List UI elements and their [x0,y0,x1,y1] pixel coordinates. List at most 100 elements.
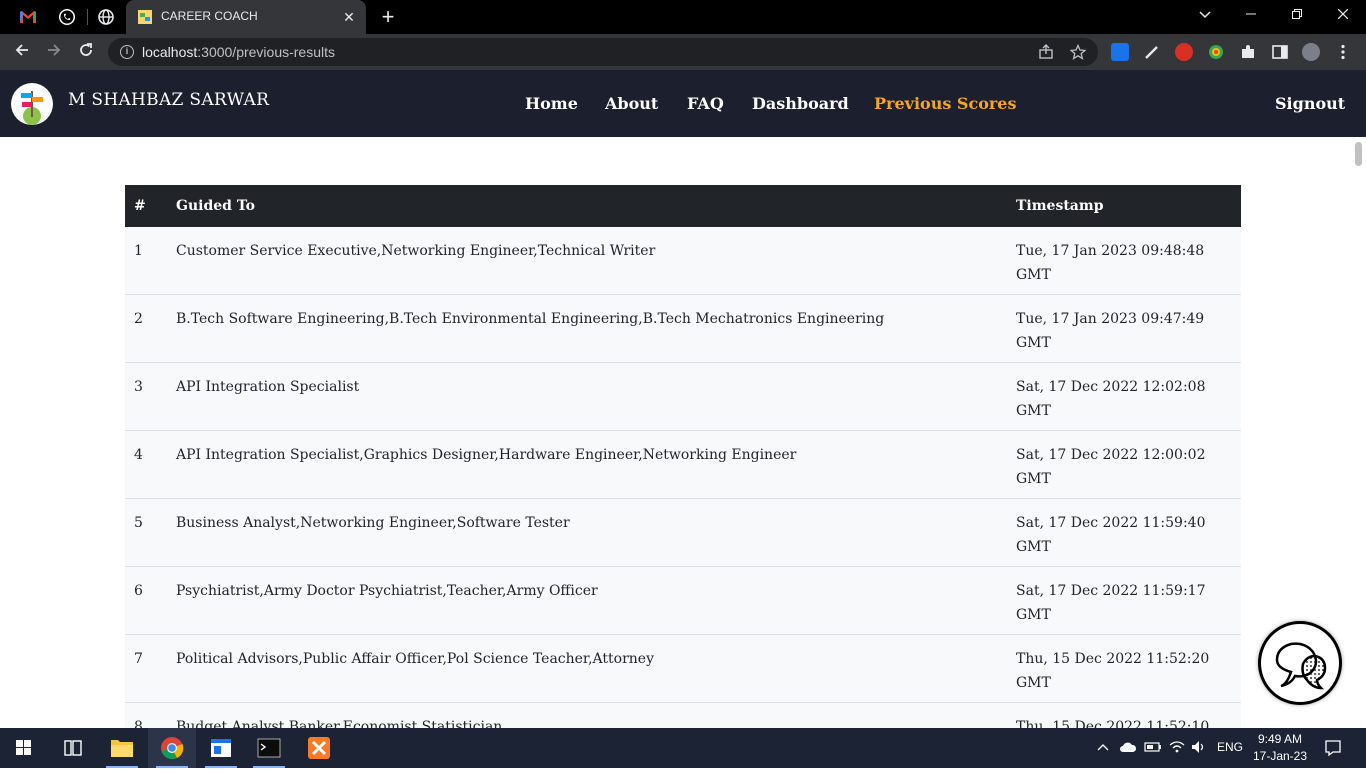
row-timestamp: Sat, 17 Dec 2022 11:59:40 GMT [1007,498,1241,567]
row-guided-to: API Integration Specialist,Graphics Desi… [167,430,1007,499]
career-coach-favicon [137,9,153,25]
address-bar[interactable]: i localhost:3000/previous-results [108,38,1098,66]
row-number: 7 [125,634,167,703]
input-language[interactable]: ENG [1217,740,1243,754]
row-number: 2 [125,294,167,363]
row-number: 4 [125,430,167,499]
task-view-icon[interactable] [48,728,96,768]
table-row: 1 Customer Service Executive,Networking … [125,227,1241,295]
forward-arrow-icon[interactable] [42,40,66,64]
row-timestamp: Thu, 15 Dec 2022 11:52:20 GMT [1007,634,1241,703]
header-num: # [134,198,146,214]
wifi-icon[interactable] [1169,740,1185,757]
speaker-icon[interactable] [1191,740,1207,757]
pen-extension-icon[interactable] [1143,43,1161,61]
bookmark-star-icon[interactable] [1069,43,1087,60]
windows-start-button[interactable] [0,728,48,768]
row-timestamp: Sat, 17 Dec 2022 11:59:17 GMT [1007,566,1241,635]
row-timestamp: Tue, 17 Jan 2023 09:48:48 GMT [1007,227,1241,295]
clock-date: 17-Jan-23 [1252,749,1308,763]
row-guided-to: Political Advisors,Public Affair Officer… [167,634,1007,703]
table-header-row: # Guided To Timestamp [125,185,1241,227]
row-timestamp: Tue, 17 Jan 2023 09:47:49 GMT [1007,294,1241,363]
reload-icon[interactable] [74,40,98,64]
battery-icon[interactable] [1144,740,1162,757]
row-guided-to: B.Tech Software Engineering,B.Tech Envir… [167,294,1007,363]
row-number: 1 [125,227,167,295]
nav-faq[interactable]: FAQ [687,94,724,113]
table-row: 6 Psychiatrist,Army Doctor Psychiatrist,… [125,566,1241,635]
side-panel-icon[interactable] [1271,43,1289,61]
active-tab[interactable]: CAREER COACH ✕ [126,0,366,34]
notification-center-icon[interactable] [1324,739,1342,760]
windows-taskbar: ENG 9:49 AM 17-Jan-23 [0,728,1366,768]
tab-close-icon[interactable]: ✕ [340,8,358,26]
row-timestamp: Thu, 15 Dec 2022 11:52:10 GMT [1007,702,1241,728]
clock-time: 9:49 AM [1257,732,1303,746]
row-guided-to: API Integration Specialist [167,362,1007,431]
browser-tab-strip: CAREER COACH ✕ + [0,0,1366,34]
row-number: 5 [125,498,167,567]
browser-toolbar: i localhost:3000/previous-results [0,34,1366,70]
site-info-icon[interactable]: i [120,45,134,59]
brand-name[interactable]: M SHAHBAZ SARWAR [68,90,269,110]
colorful-extension-icon[interactable] [1207,43,1225,61]
minimize-button[interactable] [1228,0,1274,30]
page-content: # Guided To Timestamp 1 Customer Service… [0,137,1366,728]
nav-about[interactable]: About [605,94,658,113]
row-timestamp: Sat, 17 Dec 2022 12:02:08 GMT [1007,362,1241,431]
nav-home[interactable]: Home [525,94,578,113]
table-row: 3 API Integration Specialist Sat, 17 Dec… [125,362,1241,431]
previous-results-table: # Guided To Timestamp 1 Customer Service… [125,185,1241,728]
terminal-taskbar-icon[interactable] [245,728,293,768]
table-row: 8 Budget Analyst,Banker,Economist,Statis… [125,702,1241,728]
file-explorer-icon[interactable] [98,728,146,768]
row-number: 3 [125,362,167,431]
profile-avatar[interactable] [1302,43,1320,61]
chrome-taskbar-icon[interactable] [148,728,196,768]
row-guided-to: Budget Analyst,Banker,Economist,Statisti… [167,702,1007,728]
url-text: localhost:3000/previous-results [142,44,336,60]
row-guided-to: Psychiatrist,Army Doctor Psychiatrist,Te… [167,566,1007,635]
tab-search-chevron-icon[interactable] [1182,0,1228,30]
tab-separator [87,9,88,25]
back-arrow-icon[interactable] [10,40,34,64]
onedrive-cloud-icon[interactable] [1119,740,1137,757]
table-row: 5 Business Analyst,Networking Engineer,S… [125,498,1241,567]
page-scrollbar[interactable] [1350,137,1366,728]
table-row: 4 API Integration Specialist,Graphics De… [125,430,1241,499]
globe-pinned-tab-icon[interactable] [96,7,116,27]
header-timestamp: Timestamp [1016,198,1104,214]
row-number: 8 [125,702,167,728]
gmail-pinned-tab-icon[interactable] [18,7,38,27]
app-navbar: M SHAHBAZ SARWAR Home About FAQ Dashboar… [0,70,1366,137]
nav-dashboard[interactable]: Dashboard [752,94,849,113]
table-row: 7 Political Advisors,Public Affair Offic… [125,634,1241,703]
career-coach-logo[interactable] [11,83,53,125]
table-row: 2 B.Tech Software Engineering,B.Tech Env… [125,294,1241,363]
tray-chevron-up-icon[interactable] [1097,740,1109,757]
extensions-puzzle-icon[interactable] [1239,43,1257,61]
restore-button[interactable] [1274,0,1320,30]
share-icon[interactable] [1038,44,1054,60]
xampp-taskbar-icon[interactable] [295,728,343,768]
nav-previous-scores[interactable]: Previous Scores [874,94,1016,113]
chat-widget-button[interactable] [1258,621,1342,705]
nav-signout[interactable]: Signout [1275,94,1345,113]
tab-title: CAREER COACH [161,9,258,23]
row-timestamp: Sat, 17 Dec 2022 12:00:02 GMT [1007,430,1241,499]
header-guided-to: Guided To [176,198,255,214]
adblock-extension-icon[interactable] [1175,43,1193,61]
whatsapp-pinned-tab-icon[interactable] [57,7,77,27]
new-tab-button[interactable]: + [376,5,400,29]
row-guided-to: Business Analyst,Networking Engineer,Sof… [167,498,1007,567]
row-guided-to: Customer Service Executive,Networking En… [167,227,1007,295]
menu-kebab-icon[interactable] [1334,43,1352,61]
chat-bubbles-icon [1275,642,1327,690]
app-window-taskbar-icon[interactable] [197,728,245,768]
close-window-button[interactable] [1320,0,1366,30]
system-clock[interactable]: 9:49 AM 17-Jan-23 [1252,731,1308,765]
row-number: 6 [125,566,167,635]
fi-extension-icon[interactable] [1111,43,1129,61]
scrollbar-thumb[interactable] [1355,142,1362,166]
